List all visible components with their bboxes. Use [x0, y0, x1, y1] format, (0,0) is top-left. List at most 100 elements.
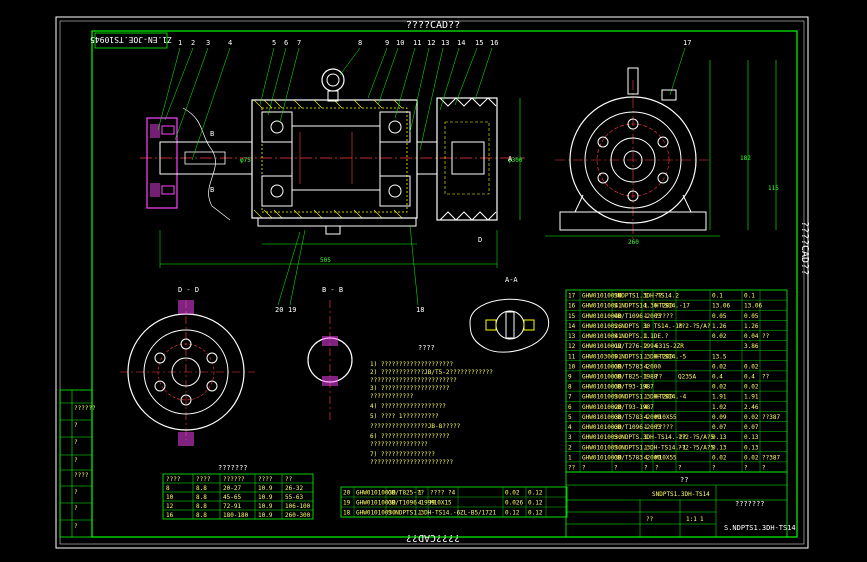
section-aa-view: A-A [469, 276, 550, 353]
note-line-5: ???????????? [370, 393, 414, 400]
section-bb-view: B - B [307, 286, 353, 420]
dim-shaft-dia: φ75 [240, 157, 251, 164]
bom-cell: 0.02 [712, 363, 727, 370]
bom-header-cell: ? [614, 465, 618, 472]
svg-text:????: ???? [196, 476, 211, 483]
lower-bom-cell: 0.12 [528, 500, 543, 507]
bom-cell: 0.04 [744, 333, 759, 340]
spec-cell: 72-91 [223, 503, 241, 510]
bom-cell: 0.05 [744, 313, 759, 320]
title-sheet: ?? [646, 516, 654, 523]
leader-2: 2 [191, 39, 195, 47]
drawing-code-topleft: Z1.EN-JOE.TS10945 [90, 35, 172, 44]
bom-cell: 10 [568, 363, 576, 370]
bom-cell: 4 [644, 384, 648, 391]
side-title: ????CAD?? [799, 221, 810, 275]
spec-cell: 45-65 [223, 494, 241, 501]
note-line-6: 4) ?????????????????? [370, 403, 446, 410]
leader-5: 5 [272, 39, 276, 47]
note-line-4: 3) ??????????????????? [370, 385, 450, 392]
strip-label-4: ? [74, 457, 78, 464]
bom-cell: 2.46 [744, 404, 759, 411]
bom-cell: Q235A [678, 374, 696, 381]
bom-cell: 0.02 [712, 384, 727, 391]
leader-1: 1 [178, 39, 182, 47]
bom-cell: 0.02 [712, 454, 727, 461]
bom-cell: 4 [568, 424, 572, 431]
leader-15: 15 [475, 39, 483, 47]
lower-bom-cell: 20 [343, 490, 351, 497]
bom-cell: ??2-?5/A? [678, 323, 711, 330]
bom-cell: 1 [644, 313, 648, 320]
spec-cell: 8 [166, 485, 170, 492]
leader-3: 3 [206, 39, 210, 47]
bom-cell: 1.02 [712, 404, 727, 411]
bom-cell: 4 [644, 414, 648, 421]
bom-cell: GB/T93-1987 [614, 384, 654, 391]
bom-cell: GB/T5783-2000 [614, 363, 661, 370]
lower-bom-cell: ZL-B5/1721 [460, 510, 497, 517]
spec-cell: 20-27 [223, 485, 241, 492]
bom-header-cell: ? [644, 465, 648, 472]
bom-cell: M10X55 [655, 414, 677, 421]
bom-cell: 8 [568, 384, 572, 391]
bom-cell: 13 [568, 333, 576, 340]
bom-cell: ??2-?5/A?5 [678, 434, 715, 441]
bom-cell: S.NDPTS.3DH-TS14.-2? [614, 434, 687, 441]
bom-cell: S.NDPTS1.3DH-TS14.-1 [614, 444, 687, 451]
spec-cell: 260-300 [285, 512, 311, 519]
spec-cell: 180-180 [223, 512, 249, 519]
strip-label-2: ? [74, 422, 78, 429]
svg-text:??????: ?????? [223, 476, 245, 483]
bom-header-cell: ? [762, 465, 766, 472]
note-line-12: ??????????????????????? [370, 459, 453, 466]
section-dd-view: D - D [120, 286, 255, 446]
strip-label-1: ?????? [74, 405, 96, 412]
note-line-9: 6) ??????????????????? [370, 433, 450, 440]
bom-cell: 0.02 [712, 333, 727, 340]
title-name-main: ?? [680, 476, 688, 484]
bom-cell: HT200 [655, 303, 673, 310]
spec-cell: 8.8 [196, 494, 207, 501]
left-info-strip: ?????? ? ? ? ???? ? ? ? [59, 389, 96, 538]
bom-header-cell: ? [655, 465, 659, 472]
bom-cell: 1.26 [744, 323, 759, 330]
bom-cell: S.NDPTS1.3DH-TS14.-5 [614, 353, 687, 360]
bom-cell: 14 [568, 323, 576, 330]
bom-cell: 16 [568, 303, 576, 310]
bom-cell: 0.02 [744, 363, 759, 370]
leader-8: 8 [358, 39, 362, 47]
lower-bom-cell: 1 [418, 510, 422, 517]
svg-text:????: ???? [258, 476, 273, 483]
bom-cell: 1 [644, 333, 648, 340]
bom-cell: 1.91 [712, 394, 727, 401]
bom-cell: 0.09 [712, 414, 727, 421]
lower-bom-cell: 4 [418, 500, 422, 507]
bom-cell: 1 [644, 424, 648, 431]
note-line-11: 7) ??????????????? [370, 451, 435, 458]
section-marker-d: D [478, 236, 482, 244]
bom-cell: 1 [644, 303, 648, 310]
leader-17: 17 [683, 39, 691, 47]
bom-cell: 1 [644, 323, 648, 330]
technical-notes: ???? 1) ???????????????????? 2) ????????… [370, 344, 493, 466]
bom-cell: GB/T825-1988 [614, 374, 658, 381]
bom-cell: ?? [762, 333, 770, 340]
bom-cell: S.NDPTS.1.1DE.? [614, 333, 669, 340]
bom-cell: 0.1 [744, 293, 755, 300]
note-line-1: 1) ???????????????????? [370, 361, 453, 368]
bom-cell: 3.86 [744, 343, 759, 350]
lower-bom-cell: 0.02 [505, 490, 520, 497]
bom-cell: HT200 [655, 353, 673, 360]
bom-cell: S.NDPTS14.30 TS14.-17 [614, 303, 690, 310]
lower-bom-cell: 18 [343, 510, 351, 517]
spec-cell: 16 [166, 512, 174, 519]
leader-12: 12 [427, 39, 435, 47]
spec-cell: 10.9 [258, 512, 273, 519]
bom-cell: 1 [644, 353, 648, 360]
bom-table: 17 GHW01010030SNDPTS1.3DH-TS14.21?? 0.1 0.1… [565, 289, 788, 473]
spec-cell: 55-63 [285, 494, 303, 501]
leader-13: 13 [441, 39, 449, 47]
title-block: 20 GHW01010030GB/T825-??1???? ?4 0.02 0.121… [340, 471, 796, 538]
bom-cell: 0.13 [712, 434, 727, 441]
